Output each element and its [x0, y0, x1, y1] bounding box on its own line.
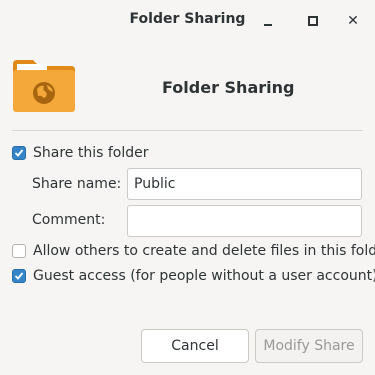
- comment-input[interactable]: [127, 205, 362, 237]
- share-folder-label[interactable]: Share this folder: [33, 145, 149, 161]
- title-bar[interactable]: Folder Sharing ✕: [0, 0, 375, 40]
- check-icon: [14, 272, 24, 280]
- header-title: Folder Sharing: [162, 78, 295, 97]
- cancel-button[interactable]: Cancel: [141, 329, 249, 363]
- close-icon: ✕: [347, 13, 359, 29]
- minimize-button[interactable]: [257, 10, 279, 32]
- guest-access-checkbox[interactable]: [12, 269, 26, 283]
- minimize-icon: [264, 24, 272, 26]
- modify-share-button[interactable]: Modify Share: [255, 329, 363, 363]
- share-name-input[interactable]: Public: [127, 168, 362, 200]
- guest-access-label[interactable]: Guest access (for people without a user …: [33, 268, 375, 284]
- maximize-button[interactable]: [302, 10, 324, 32]
- folder-share-icon: [13, 60, 75, 112]
- divider: [12, 130, 363, 131]
- close-button[interactable]: ✕: [342, 10, 364, 32]
- check-icon: [14, 149, 24, 157]
- allow-others-label[interactable]: Allow others to create and delete files …: [33, 243, 375, 259]
- allow-others-checkbox[interactable]: [12, 244, 26, 258]
- comment-label: Comment:: [32, 212, 106, 228]
- share-name-label: Share name:: [32, 176, 122, 192]
- maximize-icon: [308, 16, 318, 26]
- share-folder-checkbox[interactable]: [12, 146, 26, 160]
